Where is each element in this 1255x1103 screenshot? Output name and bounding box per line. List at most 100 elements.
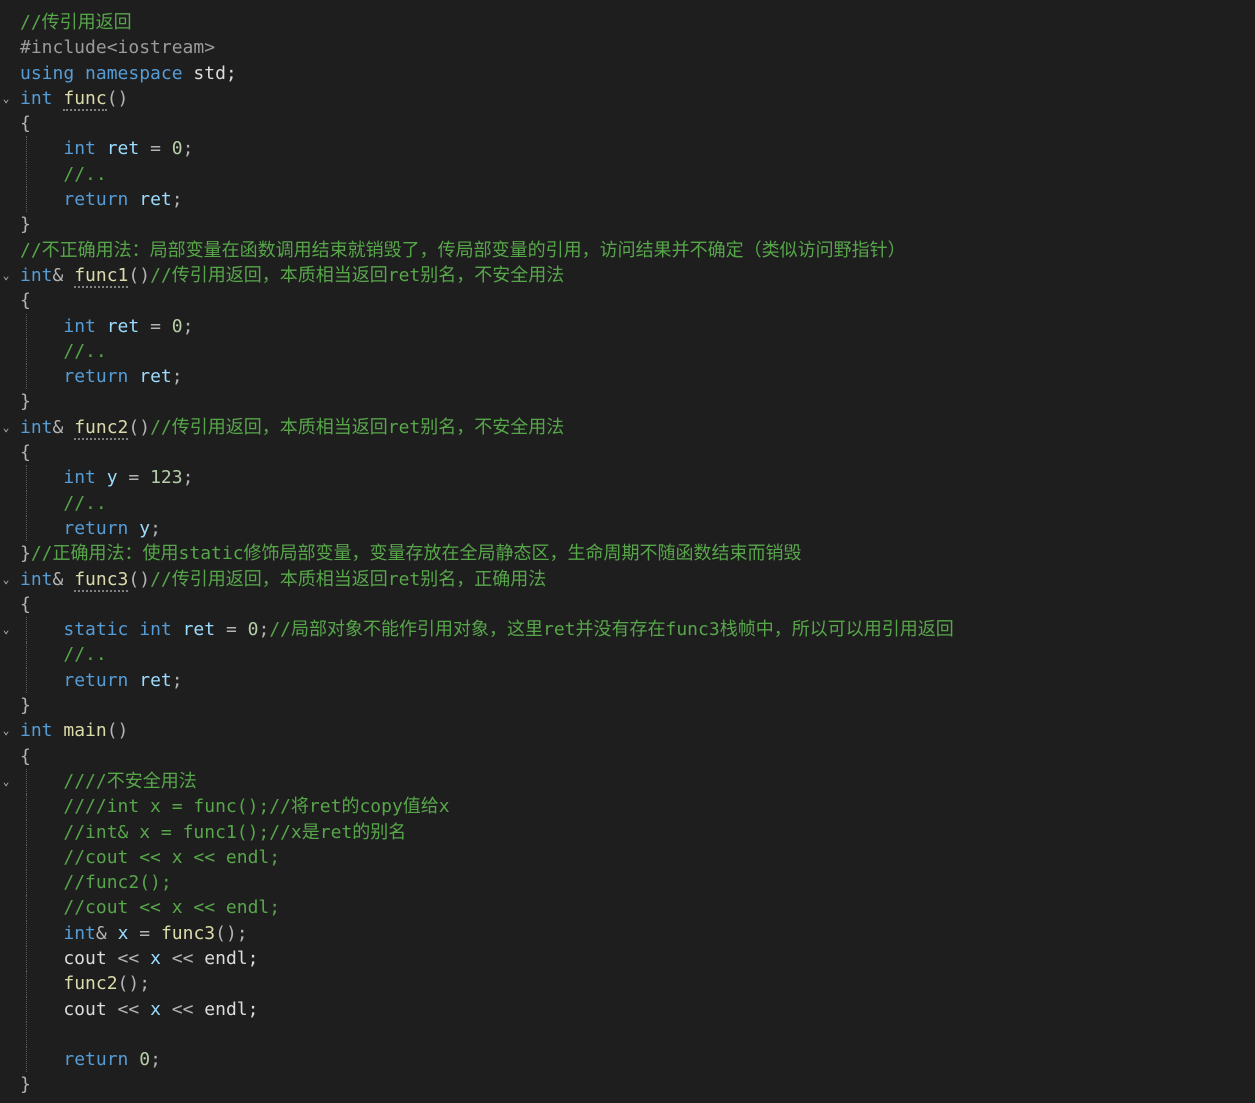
- code-line[interactable]: //cout << x << endl;: [0, 844, 1255, 871]
- code-token: ;: [182, 315, 194, 337]
- code-text: func2();: [20, 971, 150, 996]
- code-line[interactable]: #include<iostream>: [0, 35, 1255, 60]
- code-line[interactable]: ⌄ int& func2()//传引用返回，本质相当返回ret别名，不安全用法: [0, 415, 1255, 440]
- code-line[interactable]: //func2();: [0, 870, 1255, 896]
- code-token: ();: [117, 973, 151, 995]
- code-line[interactable]: ⌄ int& func3()//传引用返回，本质相当返回ret别名，正确用法: [0, 567, 1255, 592]
- code-token: ////int x = func();//将ret的copy值给x: [63, 796, 450, 818]
- code-token: int: [139, 619, 172, 641]
- code-token: ;: [150, 517, 161, 539]
- code-line[interactable]: return 0;: [0, 1047, 1255, 1073]
- code-line[interactable]: ////int x = func();//将ret的copy值给x: [0, 794, 1255, 820]
- code-line[interactable]: {: [0, 440, 1255, 465]
- code-text: ////int x = func();//将ret的copy值给x: [20, 794, 450, 819]
- code-text: return ret;: [20, 187, 182, 212]
- code-token: main: [63, 720, 107, 742]
- code-line[interactable]: //不正确用法：局部变量在函数调用结束就销毁了，传局部变量的引用，访问结果并不确…: [0, 238, 1255, 263]
- code-token: ;: [182, 467, 194, 489]
- code-line[interactable]: return ret;: [0, 667, 1255, 694]
- code-line[interactable]: {: [0, 288, 1255, 313]
- code-line[interactable]: int ret = 0;: [0, 313, 1255, 339]
- code-token: ////不安全用法: [63, 770, 197, 792]
- code-token: 0: [247, 619, 259, 641]
- code-line[interactable]: ⌄ int main(): [0, 718, 1255, 743]
- code-token: (): [106, 720, 129, 742]
- code-token: //局部对象不能作引用对象，这里ret并没有存在func3栈帧中，所以可以用引用…: [269, 619, 954, 641]
- chevron-down-icon[interactable]: ⌄: [0, 415, 12, 440]
- code-editor[interactable]: //传引用返回 #include<iostream> using namespace…: [0, 10, 1255, 1098]
- code-line[interactable]: return y;: [0, 515, 1255, 542]
- code-token: {: [20, 442, 31, 464]
- code-line[interactable]: int ret = 0;: [0, 136, 1255, 162]
- code-token: int: [63, 315, 96, 337]
- code-line[interactable]: //..: [0, 642, 1255, 668]
- code-text: {: [20, 744, 31, 769]
- code-token: //正确用法：使用static修饰局部变量，变量存放在全局静态区，生命周期不随函…: [30, 543, 802, 565]
- code-line[interactable]: {: [0, 592, 1255, 617]
- chevron-down-icon[interactable]: ⌄: [0, 617, 12, 642]
- code-text: static int ret = 0;//局部对象不能作引用对象，这里ret并没…: [20, 617, 954, 642]
- code-line[interactable]: }: [0, 212, 1255, 237]
- code-line[interactable]: }: [0, 693, 1255, 718]
- chevron-down-icon[interactable]: ⌄: [0, 263, 12, 288]
- code-line[interactable]: return ret;: [0, 364, 1255, 390]
- code-line[interactable]: cout << x << endl;: [0, 945, 1255, 972]
- code-line[interactable]: //..: [0, 338, 1255, 365]
- code-line[interactable]: //int& x = func1();//x是ret的别名: [0, 819, 1255, 845]
- code-token: int: [20, 720, 53, 742]
- chevron-down-icon[interactable]: ⌄: [0, 769, 12, 794]
- code-line[interactable]: //..: [0, 161, 1255, 188]
- code-line[interactable]: //传引用返回: [0, 10, 1255, 35]
- code-line[interactable]: }: [0, 389, 1255, 414]
- code-token: int: [63, 922, 96, 944]
- code-line[interactable]: ⌄ static int ret = 0;//局部对象不能作引用对象，这里ret…: [0, 617, 1255, 643]
- code-line[interactable]: {: [0, 111, 1255, 136]
- code-token: }: [20, 214, 31, 236]
- code-line[interactable]: //..: [0, 490, 1255, 516]
- code-token: //..: [63, 644, 107, 666]
- code-line[interactable]: [0, 1021, 1255, 1048]
- code-line[interactable]: return ret;: [0, 187, 1255, 213]
- code-line[interactable]: using namespace std;: [0, 61, 1255, 86]
- code-line[interactable]: }//正确用法：使用static修饰局部变量，变量存放在全局静态区，生命周期不随…: [0, 541, 1255, 566]
- code-line[interactable]: func2();: [0, 971, 1255, 997]
- code-token: {: [20, 593, 31, 615]
- code-token: using: [20, 62, 75, 84]
- code-line[interactable]: ⌄ ////不安全用法: [0, 768, 1255, 795]
- code-token: //传引用返回，本质相当返回ret别名，正确用法: [150, 568, 547, 590]
- code-token: //..: [63, 492, 107, 514]
- code-line[interactable]: int y = 123;: [0, 465, 1255, 491]
- code-token: =: [139, 922, 151, 944]
- chevron-down-icon[interactable]: ⌄: [0, 718, 12, 743]
- code-line[interactable]: }: [0, 1072, 1255, 1097]
- code-token: ;: [182, 138, 194, 160]
- code-text: }: [20, 693, 31, 718]
- code-line[interactable]: ⌄ int& func1()//传引用返回，本质相当返回ret别名，不安全用法: [0, 263, 1255, 288]
- code-token: //func2();: [63, 872, 172, 894]
- chevron-down-icon[interactable]: ⌄: [0, 567, 12, 592]
- code-token: &: [95, 922, 107, 944]
- code-text: cout << x << endl;: [20, 997, 258, 1022]
- code-line[interactable]: int& x = func3();: [0, 920, 1255, 946]
- chevron-down-icon[interactable]: ⌄: [0, 86, 12, 111]
- code-token: =: [150, 315, 161, 337]
- code-token: cout: [20, 947, 118, 969]
- code-line[interactable]: ⌄ int func(): [0, 86, 1255, 111]
- code-line[interactable]: {: [0, 744, 1255, 769]
- code-line[interactable]: //cout << x << endl;: [0, 895, 1255, 921]
- code-line[interactable]: cout << x << endl;: [0, 996, 1255, 1022]
